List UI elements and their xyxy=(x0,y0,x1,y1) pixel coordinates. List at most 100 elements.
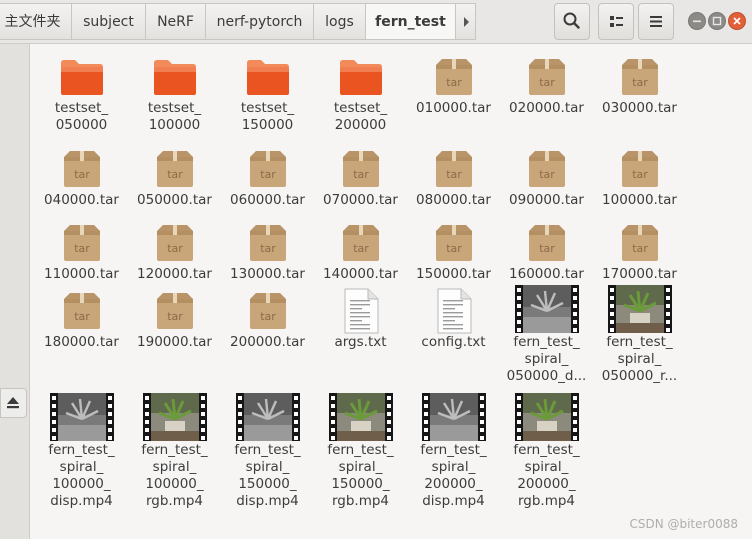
file-name: 050000.tar xyxy=(137,192,212,208)
file-name: 110000.tar xyxy=(44,266,119,282)
svg-text:tar: tar xyxy=(539,242,555,255)
video-thumbnail-rgb-icon xyxy=(607,285,672,337)
folder-icon xyxy=(151,57,199,101)
breadcrumb-nerf-pytorch[interactable]: nerf-pytorch xyxy=(206,3,314,40)
breadcrumb-scroll-right[interactable] xyxy=(456,3,476,40)
file-name: fern_test_ spiral_ 100000_ rgb.mp4 xyxy=(141,442,208,509)
tar-archive-icon: tar xyxy=(618,149,662,193)
svg-text:tar: tar xyxy=(632,168,648,181)
watermark: CSDN @biter0088 xyxy=(629,517,738,531)
svg-text:tar: tar xyxy=(353,242,369,255)
breadcrumb-fern-test[interactable]: fern_test xyxy=(366,3,456,40)
file-name: args.txt xyxy=(334,334,387,350)
breadcrumb-home[interactable]: 主文件夹 xyxy=(0,3,72,40)
view-options-button[interactable] xyxy=(598,3,634,40)
sidebar xyxy=(0,44,30,539)
tar-archive-icon: tar xyxy=(246,223,290,267)
svg-text:tar: tar xyxy=(446,242,462,255)
file-name: fern_test_ spiral_ 200000_ rgb.mp4 xyxy=(513,442,580,509)
file-name: 200000.tar xyxy=(230,334,305,350)
file-name: 180000.tar xyxy=(44,334,119,350)
tar-archive-icon: tar xyxy=(525,149,569,193)
video-thumbnail-disp-icon xyxy=(421,393,486,445)
close-icon xyxy=(733,17,741,25)
file-name: 120000.tar xyxy=(137,266,212,282)
video-thumbnail-disp-icon xyxy=(235,393,300,445)
tar-archive-icon: tar xyxy=(339,223,383,267)
breadcrumb-logs[interactable]: logs xyxy=(314,3,366,40)
file-name: 060000.tar xyxy=(230,192,305,208)
svg-text:tar: tar xyxy=(260,168,276,181)
folder-icon xyxy=(337,57,385,101)
video-thumbnail-rgb-icon xyxy=(514,393,579,445)
video-thumbnail-rgb-icon xyxy=(328,393,393,445)
svg-text:tar: tar xyxy=(167,242,183,255)
file-name: fern_test_ spiral_ 150000_ rgb.mp4 xyxy=(327,442,394,509)
tar-archive-icon: tar xyxy=(246,149,290,193)
search-icon xyxy=(563,12,580,29)
menu-button[interactable] xyxy=(638,3,674,40)
minimize-button[interactable] xyxy=(688,12,706,30)
file-name: fern_test_ spiral_ 200000_ disp.mp4 xyxy=(420,442,487,509)
eject-icon xyxy=(7,397,19,409)
file-name: 040000.tar xyxy=(44,192,119,208)
file-name: 080000.tar xyxy=(416,192,491,208)
tar-archive-icon: tar xyxy=(432,57,476,101)
file-name: 100000.tar xyxy=(602,192,677,208)
tar-archive-icon: tar xyxy=(60,291,104,335)
file-name: 070000.tar xyxy=(323,192,398,208)
video-thumbnail-disp-icon xyxy=(49,393,114,445)
file-name: 010000.tar xyxy=(416,100,491,116)
file-name: fern_test_ spiral_ 050000_d... xyxy=(506,334,587,384)
svg-text:tar: tar xyxy=(539,76,555,89)
chevron-right-icon xyxy=(463,17,469,27)
close-button[interactable] xyxy=(728,12,746,30)
breadcrumb-nerf[interactable]: NeRF xyxy=(146,3,206,40)
file-name: fern_test_ spiral_ 050000_r... xyxy=(601,334,678,384)
folder-icon xyxy=(58,57,106,101)
search-button[interactable] xyxy=(554,3,590,40)
file-name: testset_ 050000 xyxy=(54,100,109,133)
video-thumbnail-rgb-icon xyxy=(142,393,207,445)
file-name: testset_ 200000 xyxy=(333,100,388,133)
maximize-icon xyxy=(712,16,722,26)
video-thumbnail-disp-icon xyxy=(514,285,579,337)
tar-archive-icon: tar xyxy=(525,57,569,101)
svg-text:tar: tar xyxy=(74,242,90,255)
file-name: 020000.tar xyxy=(509,100,584,116)
list-view-icon xyxy=(610,16,623,27)
eject-button[interactable] xyxy=(0,388,27,418)
svg-text:tar: tar xyxy=(632,76,648,89)
tar-archive-icon: tar xyxy=(432,223,476,267)
breadcrumb-subject[interactable]: subject xyxy=(72,3,146,40)
file-name: testset_ 100000 xyxy=(147,100,202,133)
file-name: 160000.tar xyxy=(509,266,584,282)
file-name: 140000.tar xyxy=(323,266,398,282)
svg-text:tar: tar xyxy=(74,310,90,323)
file-name: 150000.tar xyxy=(416,266,491,282)
tar-archive-icon: tar xyxy=(60,149,104,193)
maximize-button[interactable] xyxy=(708,12,726,30)
tar-archive-icon: tar xyxy=(618,57,662,101)
file-name: fern_test_ spiral_ 150000_ disp.mp4 xyxy=(234,442,301,509)
tar-archive-icon: tar xyxy=(60,223,104,267)
text-file-icon xyxy=(341,287,381,339)
tar-archive-icon: tar xyxy=(618,223,662,267)
tar-archive-icon: tar xyxy=(525,223,569,267)
hamburger-menu-icon xyxy=(650,16,662,27)
file-name: fern_test_ spiral_ 100000_ disp.mp4 xyxy=(48,442,115,509)
svg-text:tar: tar xyxy=(446,76,462,89)
path-bar-header: 主文件夹 subject NeRF nerf-pytorch logs fern… xyxy=(0,0,752,44)
tar-archive-icon: tar xyxy=(339,149,383,193)
svg-text:tar: tar xyxy=(260,310,276,323)
tar-archive-icon: tar xyxy=(432,149,476,193)
text-file-icon xyxy=(434,287,474,339)
tar-archive-icon: tar xyxy=(153,291,197,335)
tar-archive-icon: tar xyxy=(246,291,290,335)
file-name: 170000.tar xyxy=(602,266,677,282)
file-name: config.txt xyxy=(421,334,486,350)
svg-text:tar: tar xyxy=(260,242,276,255)
folder-icon xyxy=(244,57,292,101)
tar-archive-icon: tar xyxy=(153,223,197,267)
file-name: 190000.tar xyxy=(137,334,212,350)
